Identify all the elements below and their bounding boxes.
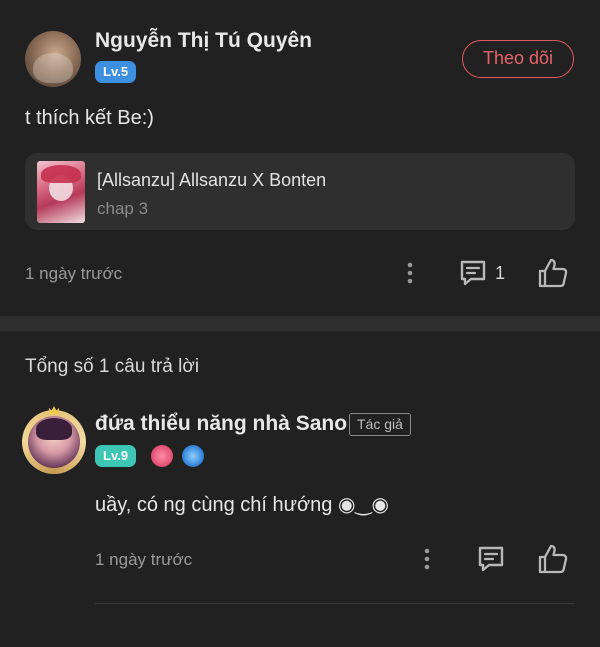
user-avatar[interactable] — [25, 31, 81, 87]
reply-divider — [95, 603, 575, 604]
crown-icon — [49, 406, 59, 414]
comment-count: 1 — [495, 263, 506, 283]
follow-button[interactable]: Theo dõi — [462, 40, 574, 78]
story-thumbnail — [37, 161, 85, 223]
reply-time: 1 ngày trước — [95, 550, 193, 569]
comment-icon[interactable] — [457, 257, 489, 289]
thumbs-up-icon[interactable] — [536, 256, 570, 290]
reply-username[interactable]: đứa thiểu năng nhà Sano — [95, 412, 347, 436]
section-divider — [0, 316, 600, 331]
comment-time: 1 ngày trước — [25, 264, 123, 283]
reply-avatar[interactable] — [22, 406, 86, 474]
author-badge: Tác giả — [349, 413, 411, 436]
thumbs-up-icon[interactable] — [536, 542, 570, 576]
level-badge: Lv.5 — [95, 61, 137, 83]
medal-icon — [151, 445, 173, 467]
reply-text: uầy, có ng cùng chí hướng ◉‿◉ — [95, 494, 389, 516]
avatar-image — [28, 416, 80, 468]
story-title: [Allsanzu] Allsanzu X Bonten — [97, 170, 327, 190]
comment-text: t thích kết Be:) — [25, 107, 154, 129]
story-chapter: chap 3 — [97, 199, 149, 218]
level-badge: Lv.9 — [95, 445, 137, 467]
comment-icon[interactable] — [475, 543, 507, 575]
story-card[interactable]: [Allsanzu] Allsanzu X Bonten chap 3 — [25, 153, 575, 230]
comment-thread: Nguyễn Thị Tú Quyên Lv.5 Theo dõi t thíc… — [0, 0, 600, 647]
more-vertical-icon[interactable] — [400, 260, 420, 286]
medal-icon — [182, 445, 204, 467]
more-vertical-icon[interactable] — [417, 546, 437, 572]
replies-count: Tổng số 1 câu trả lời — [25, 356, 200, 377]
comment-username[interactable]: Nguyễn Thị Tú Quyên — [95, 29, 312, 53]
